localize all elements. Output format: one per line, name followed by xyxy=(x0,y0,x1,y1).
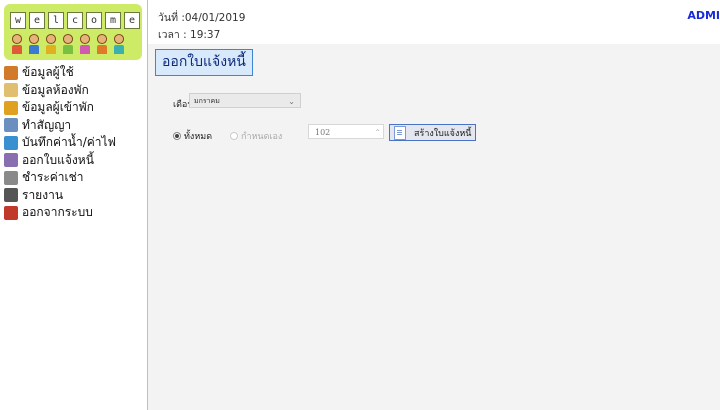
sidebar-item-label: ชำระค่าเช่า xyxy=(22,170,84,185)
date-display: วันที่ :04/01/2019 xyxy=(158,12,246,24)
sidebar-item-label: ข้อมูลผู้ใช้ xyxy=(22,65,74,80)
sidebar: welcome ข้อมูลผู้ใช้ ข้อมูลห้องพัก ข้อมูลผ… xyxy=(0,0,147,410)
radio-custom[interactable]: กำหนดเอง xyxy=(230,129,282,143)
room-number-value: 102 xyxy=(315,128,331,137)
sidebar-nav: ข้อมูลผู้ใช้ข้อมูลห้องพักข้อมูลผู้เข้าพั… xyxy=(4,64,116,222)
sidebar-item-payment[interactable]: ชำระค่าเช่า xyxy=(4,169,116,187)
welcome-logo: welcome xyxy=(4,4,142,60)
logo-letter-tile: o xyxy=(86,12,102,29)
radio-custom-label: กำหนดเอง xyxy=(241,132,283,142)
contract-icon xyxy=(4,118,18,133)
sidebar-item-invoice[interactable]: ออกใบแจ้งหนี้ xyxy=(4,152,116,170)
sidebar-item-label: ออกใบแจ้งหนี้ xyxy=(22,152,94,167)
logo-letter-tile: e xyxy=(124,12,140,29)
logo-letter-tile: c xyxy=(67,12,83,29)
logo-kids-illustration xyxy=(10,34,126,54)
report-icon xyxy=(4,188,18,203)
user-name: ADMI xyxy=(687,9,720,22)
logo-letter-tile: e xyxy=(29,12,45,29)
room-number-input[interactable]: 102 ⌃ xyxy=(308,124,384,139)
create-invoice-button[interactable]: สร้างใบแจ้งหนี้ xyxy=(389,124,476,141)
logout-icon xyxy=(4,205,18,220)
logo-letter-tile: w xyxy=(10,12,26,29)
spinner-icon[interactable]: ⌃ xyxy=(374,125,381,140)
tenant-icon xyxy=(4,100,18,115)
main-content: ออกใบแจ้งหนี้ เดือน มกราคม ⌄ ทั้งหมด กำห… xyxy=(148,44,720,410)
header: วันที่ :04/01/2019 เวลา : 19:37 ADMI xyxy=(148,0,720,44)
invoice-icon xyxy=(4,153,18,168)
sidebar-item-tenant[interactable]: ข้อมูลผู้เข้าพัก xyxy=(4,99,116,117)
sidebar-item-logout[interactable]: ออกจากระบบ xyxy=(4,204,116,222)
sidebar-item-report[interactable]: รายงาน xyxy=(4,187,116,205)
radio-all-label: ทั้งหมด xyxy=(184,132,213,142)
sidebar-item-label: รายงาน xyxy=(22,187,64,202)
sidebar-item-label: ออกจากระบบ xyxy=(22,205,93,220)
create-invoice-label: สร้างใบแจ้งหนี้ xyxy=(414,128,472,139)
page-title: ออกใบแจ้งหนี้ xyxy=(155,49,253,76)
time-display: เวลา : 19:37 xyxy=(158,29,221,41)
month-select[interactable]: มกราคม ⌄ xyxy=(189,93,301,108)
logo-letter-tile: l xyxy=(48,12,64,29)
chevron-down-icon: ⌄ xyxy=(288,97,295,106)
sidebar-item-label: บันทึกค่าน้ำ/ค่าไฟ xyxy=(22,135,117,150)
payment-icon xyxy=(4,170,18,185)
sidebar-item-meter[interactable]: บันทึกค่าน้ำ/ค่าไฟ xyxy=(4,134,116,152)
radio-all-button[interactable] xyxy=(173,132,181,140)
logo-letter-tile: m xyxy=(105,12,121,29)
document-icon xyxy=(394,125,406,140)
month-select-value: มกราคม xyxy=(194,97,220,105)
meter-icon xyxy=(4,135,18,150)
radio-custom-button[interactable] xyxy=(230,132,238,140)
sidebar-item-users[interactable]: ข้อมูลผู้ใช้ xyxy=(4,64,116,82)
sidebar-item-room[interactable]: ข้อมูลห้องพัก xyxy=(4,82,116,100)
sidebar-item-label: ข้อมูลห้องพัก xyxy=(22,82,89,97)
sidebar-item-label: ทำสัญญา xyxy=(22,117,72,132)
sidebar-item-contract[interactable]: ทำสัญญา xyxy=(4,117,116,135)
sidebar-item-label: ข้อมูลผู้เข้าพัก xyxy=(22,100,94,115)
radio-all[interactable]: ทั้งหมด xyxy=(173,129,212,143)
users-icon xyxy=(4,65,18,80)
room-icon xyxy=(4,83,18,98)
logo-letters: welcome xyxy=(10,12,140,29)
